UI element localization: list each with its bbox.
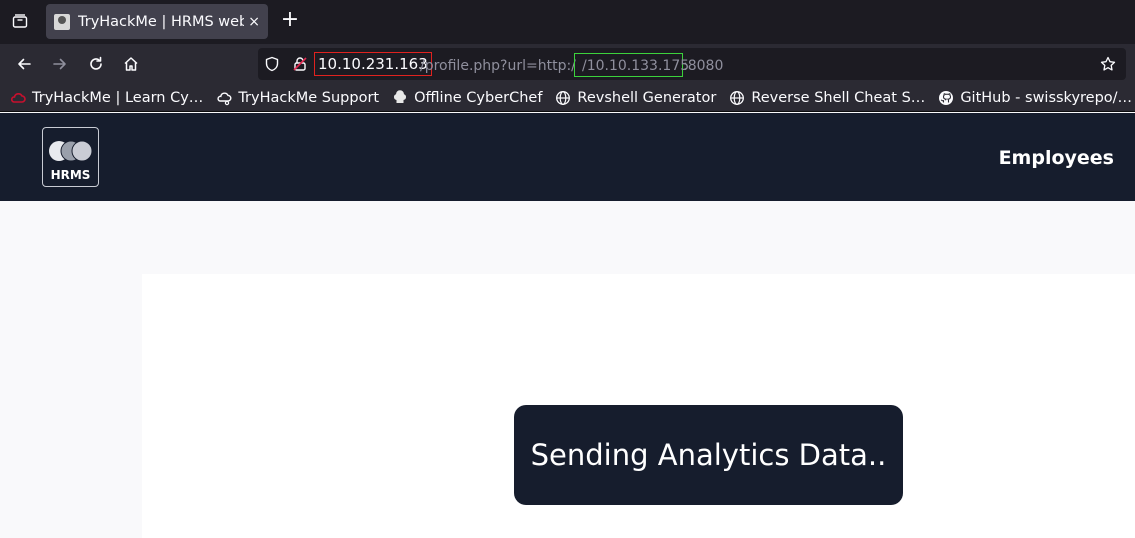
insecure-lock-icon[interactable] xyxy=(292,56,308,76)
bookmark-label: TryHackMe Support xyxy=(238,89,380,106)
github-icon xyxy=(938,90,954,106)
tab-strip: TryHackMe | HRMS web a × + xyxy=(0,0,1135,44)
browser-tab[interactable]: TryHackMe | HRMS web a × xyxy=(46,4,268,39)
bookmark-label: GitHub - swisskyrepo/… xyxy=(960,89,1133,106)
bookmark-label: Revshell Generator xyxy=(577,89,717,106)
bookmark-revshell[interactable]: Revshell Generator xyxy=(555,90,716,106)
chef-hat-icon xyxy=(392,89,408,106)
tab-favicon-icon xyxy=(54,13,70,30)
url-host: 10.10.231.163 xyxy=(318,55,428,73)
reload-icon[interactable] xyxy=(84,52,108,76)
url-host-highlight: 10.10.231.163 xyxy=(314,52,432,76)
globe-icon xyxy=(729,90,745,106)
bookmark-label: Reverse Shell Cheat S… xyxy=(751,89,926,106)
navigation-toolbar: 10.10.231.163 /profile.php?url=http:/ /1… xyxy=(0,44,1135,84)
url-port: :8080 xyxy=(683,58,724,74)
bookmark-label: TryHackMe | Learn Cy… xyxy=(32,89,204,106)
bookmark-tryhackme[interactable]: TryHackMe | Learn Cy… xyxy=(10,90,203,106)
home-icon[interactable] xyxy=(119,52,143,76)
url-target-ip: /10.10.133.175 xyxy=(582,58,690,74)
url-path: /profile.php?url=http:/ xyxy=(420,58,576,74)
tab-list-icon[interactable] xyxy=(8,9,32,33)
tab-title: TryHackMe | HRMS web a xyxy=(78,13,245,30)
logo-text: HRMS xyxy=(50,168,91,182)
bookmark-thm-support[interactable]: TryHackMe Support xyxy=(216,90,379,106)
bookmark-label: Offline CyberChef xyxy=(414,89,543,106)
tab-close-icon[interactable]: × xyxy=(248,14,260,30)
bookmark-cyberchef[interactable]: Offline CyberChef xyxy=(392,90,542,106)
globe-icon xyxy=(555,90,571,106)
bookmark-github[interactable]: GitHub - swisskyrepo/… xyxy=(938,90,1132,106)
hrms-logo[interactable]: HRMS xyxy=(42,127,99,187)
site-header: HRMS Employees xyxy=(0,113,1135,201)
bookmark-star-icon[interactable] xyxy=(1100,56,1116,76)
nav-employees-link[interactable]: Employees xyxy=(999,147,1114,169)
bookmark-reverse-shell-cheat[interactable]: Reverse Shell Cheat S… xyxy=(729,90,925,106)
thm-cloud-icon xyxy=(10,90,26,106)
support-cloud-icon xyxy=(216,90,232,106)
new-tab-button[interactable]: + xyxy=(278,9,302,33)
toast-message: Sending Analytics Data.. xyxy=(530,438,887,472)
logo-circles-icon xyxy=(49,140,93,162)
shield-icon[interactable] xyxy=(264,56,280,76)
analytics-toast: Sending Analytics Data.. xyxy=(514,405,903,505)
back-icon[interactable] xyxy=(12,52,36,76)
url-bar[interactable]: 10.10.231.163 /profile.php?url=http:/ /1… xyxy=(258,48,1126,80)
forward-icon[interactable] xyxy=(48,52,72,76)
bookmarks-toolbar: TryHackMe | Learn Cy… TryHackMe Support … xyxy=(0,84,1135,112)
